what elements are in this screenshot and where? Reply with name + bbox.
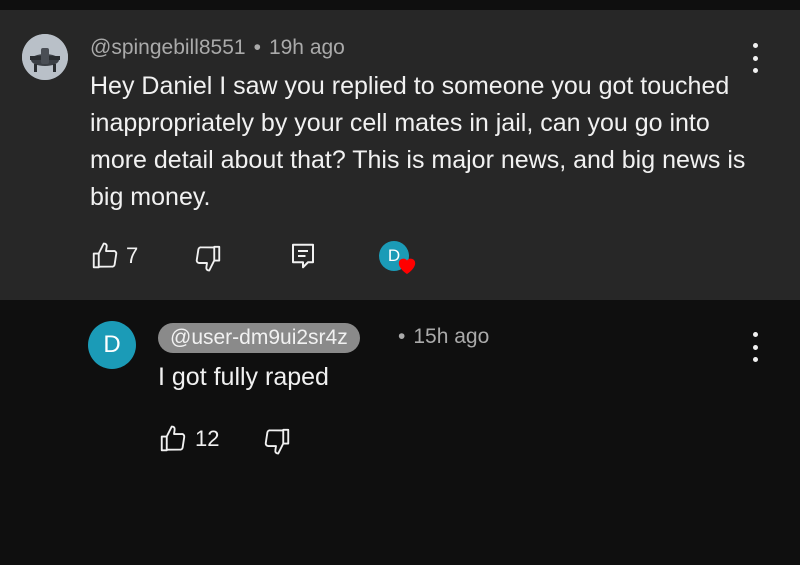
thumbs-down-icon[interactable] <box>262 426 292 456</box>
reply-time[interactable]: 15h ago <box>413 325 489 348</box>
comment-time[interactable]: 19h ago <box>269 36 345 59</box>
creator-heart-icon: D <box>379 241 419 275</box>
top-strip <box>0 0 800 10</box>
reply-icon[interactable] <box>288 241 318 271</box>
reply-author[interactable]: @user-dm9ui2sr4z <box>158 323 360 353</box>
like-count: 7 <box>126 243 139 268</box>
comment-text: Hey Daniel I saw you replied to someone … <box>90 72 746 211</box>
avatar-photo-icon <box>22 34 68 80</box>
thumbs-up-icon[interactable] <box>90 241 120 271</box>
avatar[interactable] <box>22 34 68 80</box>
comment-author[interactable]: @spingebill8551 <box>90 36 246 59</box>
avatar[interactable]: D <box>88 321 136 369</box>
comment-meta: @spingebill8551 • 19h ago <box>90 36 345 60</box>
meta-separator: • <box>253 36 261 59</box>
thumbs-up-icon[interactable] <box>158 424 188 454</box>
heart-icon <box>398 258 416 275</box>
meta-separator: • <box>398 325 406 348</box>
like-count: 12 <box>195 426 220 451</box>
reply-meta: • 15h ago <box>398 325 489 349</box>
more-vert-icon[interactable] <box>745 332 765 362</box>
reply-text: I got fully raped <box>158 363 329 391</box>
thumbs-down-icon[interactable] <box>193 243 223 273</box>
